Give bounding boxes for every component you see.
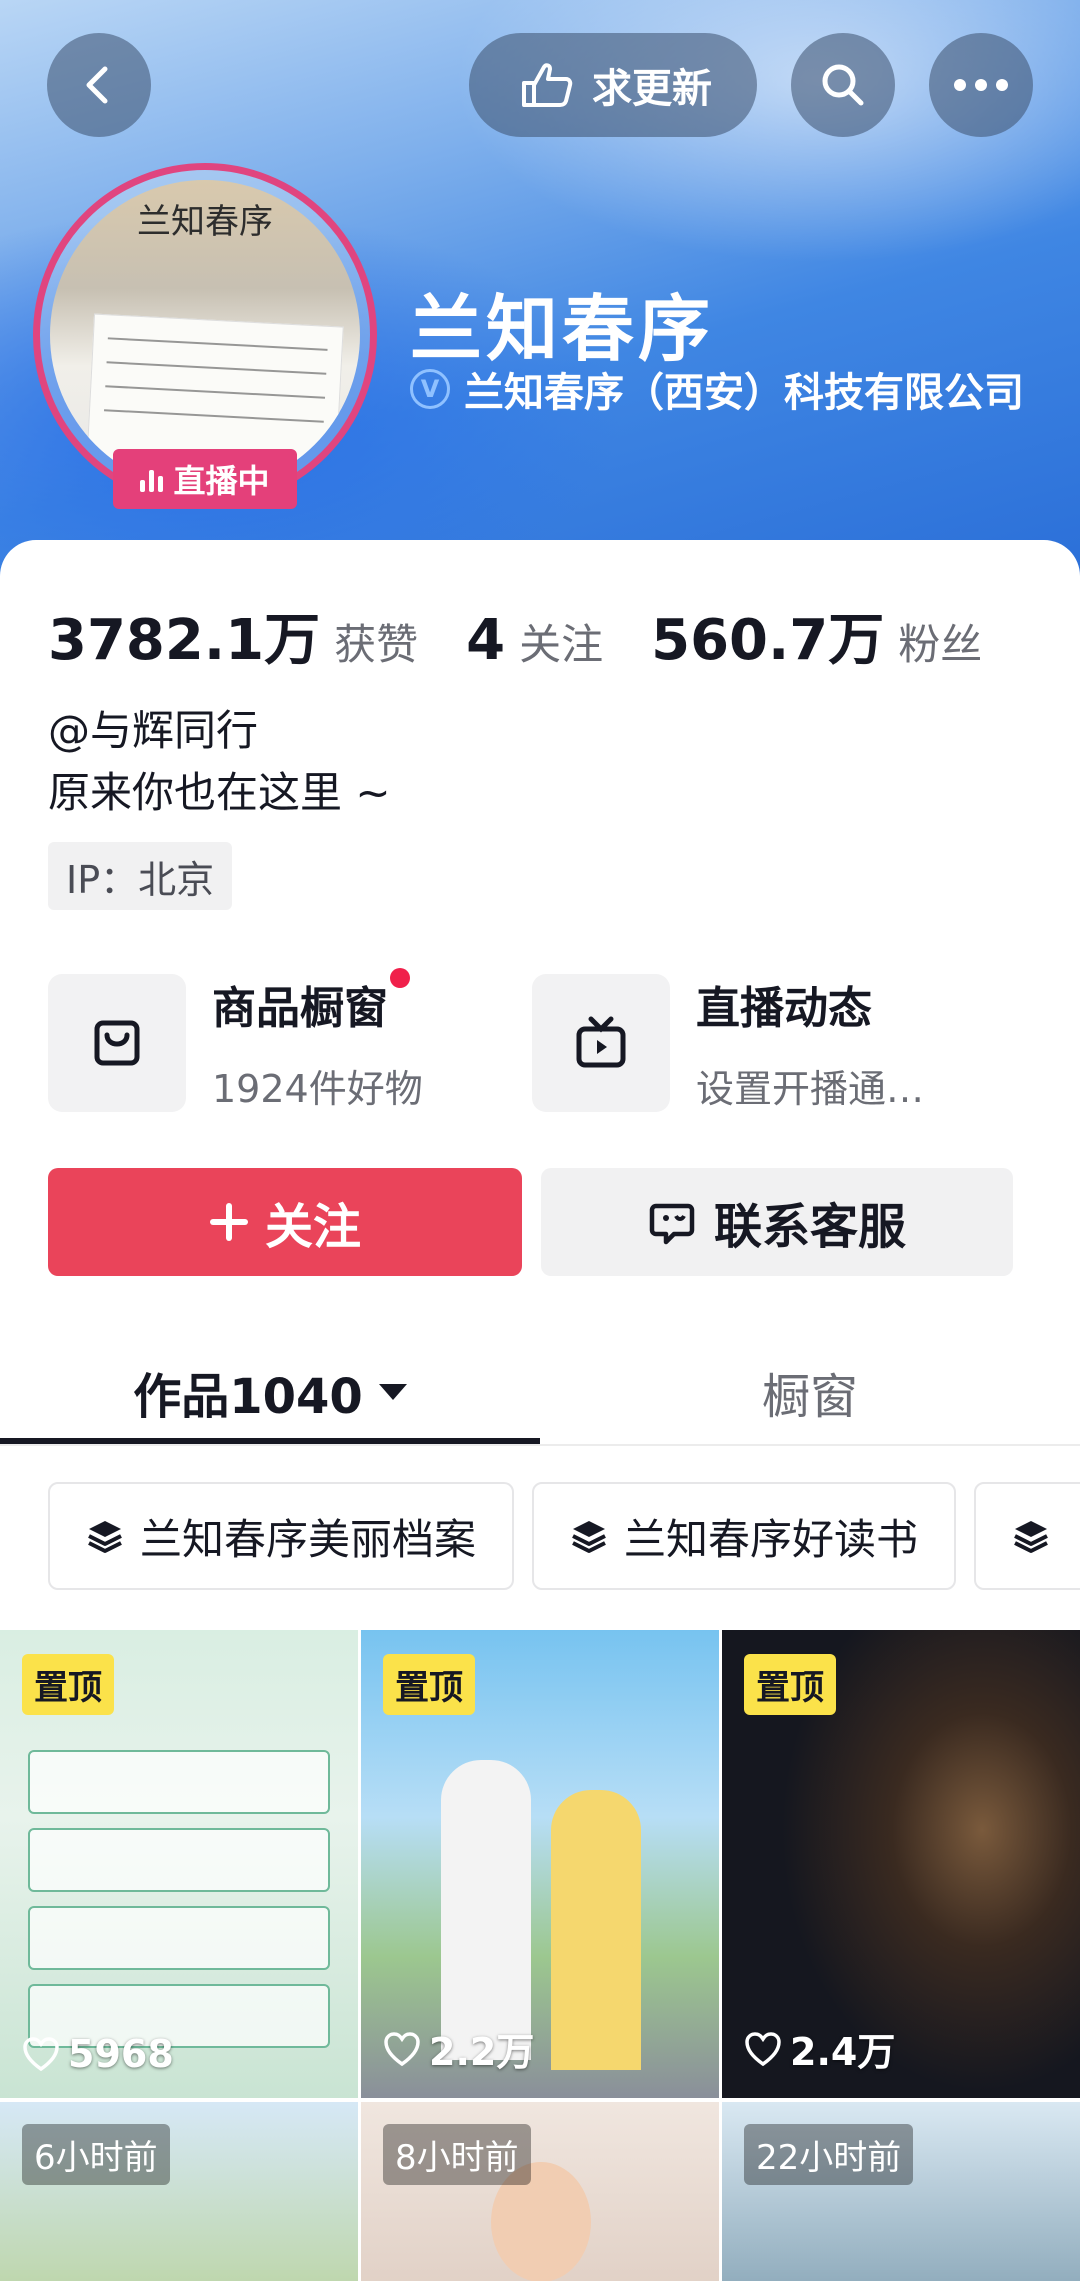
pinned-badge: 置顶 <box>383 1654 475 1715</box>
follow-label: 关注 <box>264 1199 361 1255</box>
bio-mention[interactable]: @与辉同行 <box>48 700 391 762</box>
tab-works[interactable]: 作品1040 <box>0 1340 540 1444</box>
company-verification[interactable]: V 兰知春序（西安）科技有限公司 <box>410 360 1024 418</box>
profile-header: 求更新 兰知春序 直播中 兰知春序 V 兰知春序（西安）科技有限公司 <box>0 0 1080 580</box>
video-likes: 5968 <box>22 2032 174 2076</box>
collection-label: 兰知春序好读书 <box>624 1514 919 1564</box>
avatar-logo-text: 兰知春序 <box>137 202 273 242</box>
collection-label: 兰知春序美丽档案 <box>140 1514 477 1564</box>
tab-works-label: 作品1040 <box>133 1369 363 1425</box>
layers-icon <box>1014 1521 1048 1553</box>
collection-chip[interactable]: 兰知春序美丽档案 <box>48 1482 515 1590</box>
request-update-button[interactable]: 求更新 <box>469 33 757 137</box>
content-tabs: 作品1040 橱窗 <box>0 1340 1080 1446</box>
active-tab-indicator <box>0 1438 540 1444</box>
likes-label: 获赞 <box>334 620 419 669</box>
dropdown-caret-icon <box>378 1384 407 1400</box>
back-arrow-icon <box>86 66 108 104</box>
heart-outline-icon <box>23 2037 59 2072</box>
video-time-ago: 8小时前 <box>383 2124 531 2185</box>
likes-count: 3782.1万 <box>48 608 321 673</box>
video-time-ago: 6小时前 <box>22 2124 170 2185</box>
video-thumbnail[interactable]: 置顶 5968 <box>0 1630 358 2098</box>
ip-location-tag: IP：北京 <box>48 842 233 910</box>
live-badge-label: 直播中 <box>173 462 270 500</box>
profile-card: 3782.1万 获赞 4 关注 560.7万 粉丝 @与辉同行 原来你也在这里 … <box>0 540 1080 2281</box>
followers-label[interactable]: 粉丝 <box>898 611 982 672</box>
followers-count[interactable]: 560.7万 <box>651 595 884 676</box>
shopping-bag-icon <box>48 973 186 1112</box>
pointing-hand-icon <box>522 63 573 107</box>
bio: @与辉同行 原来你也在这里 ~ <box>48 700 391 824</box>
collections-row: 兰知春序美丽档案 兰知春序好读书 <box>48 1482 1080 1590</box>
contact-service-button[interactable]: 联系客服 <box>541 1168 1013 1276</box>
verified-badge-icon: V <box>410 369 450 409</box>
stats-row: 3782.1万 获赞 4 关注 560.7万 粉丝 <box>48 595 1030 676</box>
live-badge[interactable]: 直播中 <box>113 449 297 509</box>
live-updates-title: 直播动态 <box>696 983 872 1034</box>
follow-button[interactable]: 关注 <box>48 1168 522 1276</box>
company-name: 兰知春序（西安）科技有限公司 <box>464 370 1024 416</box>
video-thumbnail[interactable]: 置顶 2.4万 <box>722 1630 1080 2098</box>
video-time-ago: 22小时前 <box>744 2124 914 2185</box>
video-likes: 2.2万 <box>383 2021 534 2076</box>
layers-icon <box>88 1521 122 1553</box>
person-figure <box>551 1790 641 2070</box>
tab-showcase-label: 橱窗 <box>761 1369 858 1425</box>
plus-icon <box>209 1203 248 1241</box>
collection-chip[interactable] <box>974 1482 1080 1590</box>
back-button[interactable] <box>47 33 151 137</box>
live-bars-icon <box>140 466 164 492</box>
product-showcase-entry[interactable]: 商品橱窗 1924件好物 <box>48 968 423 1113</box>
product-showcase-count: 1924件好物 <box>212 1067 423 1111</box>
chat-icon <box>649 1203 695 1245</box>
video-thumbnail[interactable]: 置顶 2.2万 <box>361 1630 719 2098</box>
more-dots-icon <box>954 79 1008 91</box>
following-label[interactable]: 关注 <box>519 611 603 672</box>
heart-outline-icon <box>384 2031 420 2066</box>
video-thumbnail[interactable]: 8小时前 <box>361 2102 719 2281</box>
person-figure <box>441 1760 531 2060</box>
tab-showcase[interactable]: 橱窗 <box>540 1340 1080 1444</box>
request-update-label: 求更新 <box>592 66 712 112</box>
product-showcase-title: 商品橱窗 <box>212 968 410 1036</box>
live-updates-entry[interactable]: 直播动态 设置开播通… <box>532 972 924 1113</box>
tv-icon <box>532 973 670 1112</box>
notification-dot <box>390 968 410 988</box>
more-button[interactable] <box>929 33 1033 137</box>
avatar-image: 兰知春序 <box>50 180 360 490</box>
video-thumbnail[interactable]: 22小时前 <box>722 2102 1080 2281</box>
video-thumbnail[interactable]: 6小时前 <box>0 2102 358 2281</box>
bio-text: 原来你也在这里 ~ <box>48 768 391 817</box>
pinned-badge: 置顶 <box>744 1654 836 1715</box>
search-icon <box>822 64 864 106</box>
layers-icon <box>572 1521 606 1553</box>
search-button[interactable] <box>791 33 895 137</box>
pinned-badge: 置顶 <box>22 1654 114 1715</box>
schedule-graphic <box>28 1750 330 2062</box>
collection-chip[interactable]: 兰知春序好读书 <box>532 1482 957 1590</box>
live-updates-subtitle: 设置开播通… <box>696 1067 925 1111</box>
heart-outline-icon <box>745 2031 781 2066</box>
following-count[interactable]: 4 <box>466 608 505 673</box>
contact-label: 联系客服 <box>713 1199 906 1255</box>
video-likes: 2.4万 <box>744 2021 895 2076</box>
